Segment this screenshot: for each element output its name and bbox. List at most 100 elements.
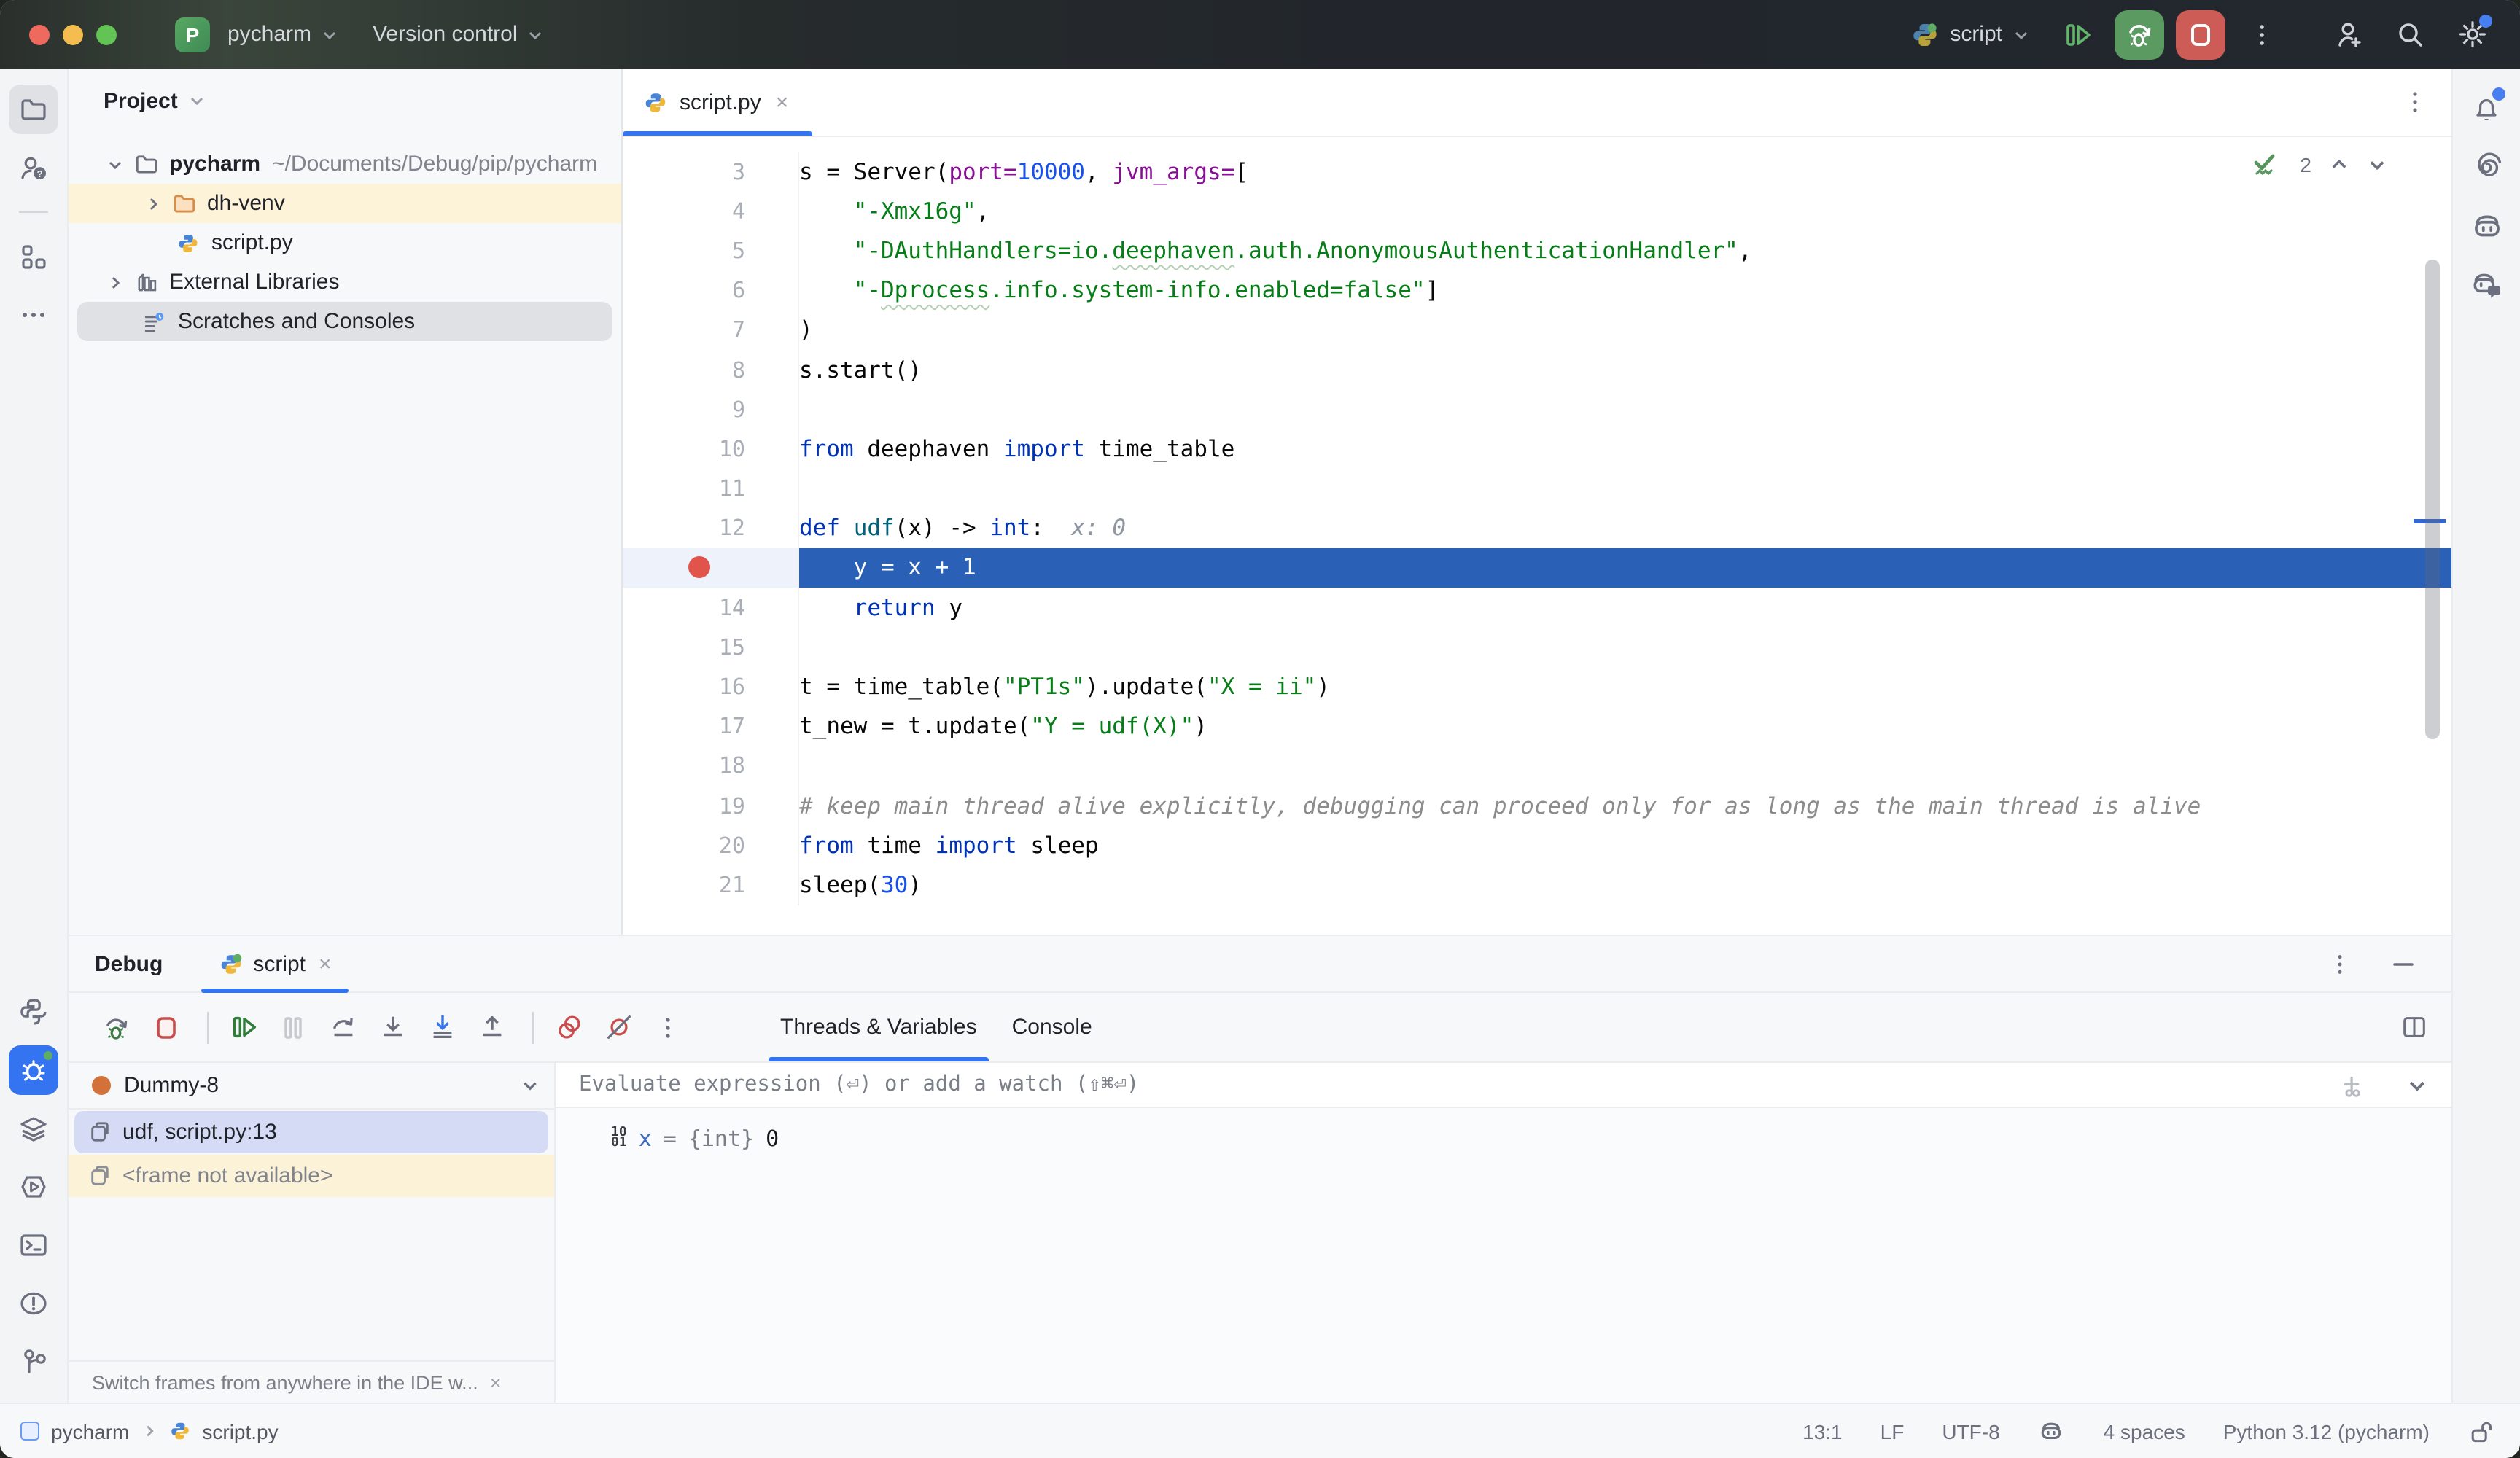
editor-gutter[interactable]: 9 <box>623 389 799 429</box>
run-tool-button[interactable] <box>9 1162 58 1212</box>
editor-gutter[interactable]: 12 <box>623 508 799 547</box>
editor-options-menu[interactable] <box>2402 89 2428 115</box>
code-line[interactable]: 6 "-Dprocess.info.system-info.enabled=fa… <box>623 270 2451 310</box>
copilot-status-icon[interactable] <box>2038 1417 2066 1445</box>
code-line[interactable]: 14 return y <box>623 588 2451 627</box>
settings-button[interactable] <box>2447 9 2497 59</box>
file-encoding[interactable]: UTF-8 <box>1942 1419 1999 1443</box>
editor-gutter[interactable]: 21 <box>623 865 799 905</box>
debug-more-menu[interactable] <box>646 1005 690 1049</box>
resume-program-button[interactable] <box>2053 9 2103 59</box>
structure-tool-button[interactable] <box>9 232 58 281</box>
search-everywhere-button[interactable] <box>2386 9 2435 59</box>
editor-gutter[interactable]: 8 <box>623 350 799 389</box>
breadcrumb-file[interactable]: script.py <box>202 1419 278 1443</box>
code-line[interactable]: 20from time import sleep <box>623 825 2451 865</box>
indent-setting[interactable]: 4 spaces <box>2104 1419 2185 1443</box>
editor-gutter[interactable]: 18 <box>623 746 799 786</box>
terminal-tool-button[interactable] <box>9 1220 58 1270</box>
editor-gutter[interactable]: 7 <box>623 311 799 350</box>
hint-close-icon[interactable]: × <box>490 1371 502 1393</box>
editor-gutter[interactable]: 6 <box>623 270 799 310</box>
breadcrumb-project[interactable]: pycharm <box>51 1419 129 1443</box>
code-with-me-button[interactable] <box>2325 9 2374 59</box>
editor-gutter[interactable]: 20 <box>623 825 799 865</box>
tab-console[interactable]: Console <box>995 993 1110 1061</box>
debug-session-tab[interactable]: script × <box>201 936 349 991</box>
services-tool-button[interactable] <box>9 1104 58 1153</box>
main-menu-button[interactable]: pycharm <box>210 11 355 58</box>
view-breakpoints-button[interactable] <box>547 1005 591 1049</box>
tab-close-icon[interactable]: × <box>776 90 789 114</box>
stop-debug-button[interactable] <box>144 1005 188 1049</box>
step-out-button[interactable] <box>470 1005 513 1049</box>
help-people-tool-button[interactable]: ? <box>9 143 58 192</box>
more-tool-windows-button[interactable] <box>9 290 58 340</box>
code-line-current-debug[interactable]: y = x + 1 <box>623 548 2451 588</box>
unlock-icon[interactable] <box>2468 1418 2494 1444</box>
rerun-button[interactable] <box>95 1005 139 1049</box>
editor-gutter[interactable] <box>623 548 799 588</box>
minimize-panel-icon[interactable] <box>2390 951 2416 977</box>
code-line[interactable]: 3s = Server(port=10000, jvm_args=[ <box>623 152 2451 191</box>
editor-gutter[interactable]: 3 <box>623 152 799 191</box>
layout-settings-button[interactable] <box>2400 1013 2451 1041</box>
prev-problem-icon[interactable] <box>2329 155 2349 175</box>
rerun-debug-button[interactable] <box>2115 9 2164 59</box>
breakpoint-icon[interactable] <box>688 557 710 579</box>
tree-item-script-py[interactable]: script.py <box>69 223 621 262</box>
code-line[interactable]: 8s.start() <box>623 350 2451 389</box>
editor-gutter[interactable]: 15 <box>623 628 799 667</box>
code-line[interactable]: 17t_new = t.update("Y = udf(X)") <box>623 706 2451 746</box>
more-actions-menu[interactable] <box>2237 9 2287 59</box>
pause-button[interactable] <box>271 1005 315 1049</box>
code-line[interactable]: 7) <box>623 311 2451 350</box>
line-separator[interactable]: LF <box>1881 1419 1905 1443</box>
mute-breakpoints-button[interactable] <box>596 1005 640 1049</box>
tree-item-scratches[interactable]: Scratches and Consoles <box>77 302 612 341</box>
thread-selector[interactable]: Dummy-8 <box>69 1063 554 1110</box>
kebab-menu-icon[interactable] <box>2328 951 2352 976</box>
close-window-button[interactable] <box>29 24 50 44</box>
zoom-window-button[interactable] <box>96 24 117 44</box>
session-tab-close-icon[interactable]: × <box>319 951 332 976</box>
tree-item-dh-venv[interactable]: dh-venv <box>69 184 621 223</box>
code-line[interactable]: 12def udf(x) -> int: x: 0 <box>623 508 2451 547</box>
run-configuration-widget[interactable]: script <box>1910 20 2030 49</box>
code-line[interactable]: 10from deephaven import time_table <box>623 429 2451 469</box>
code-line[interactable]: 11 <box>623 469 2451 508</box>
problems-tool-button[interactable] <box>9 1279 58 1328</box>
caret-position[interactable]: 13:1 <box>1802 1419 1843 1443</box>
git-tool-button[interactable] <box>9 1337 58 1387</box>
copilot-chat-button[interactable] <box>2462 260 2511 309</box>
code-line[interactable]: 5 "-DAuthHandlers=io.deephaven.auth.Anon… <box>623 231 2451 270</box>
step-into-button[interactable] <box>370 1005 414 1049</box>
editor-gutter[interactable]: 16 <box>623 667 799 706</box>
code-line[interactable]: 4 "-Xmx16g", <box>623 191 2451 230</box>
resume-button[interactable] <box>222 1005 265 1049</box>
editor-gutter[interactable]: 19 <box>623 786 799 825</box>
stop-button[interactable] <box>2176 9 2225 59</box>
editor-gutter[interactable]: 11 <box>623 469 799 508</box>
evaluate-expression-input[interactable]: Evaluate expression (⏎) or add a watch (… <box>556 1063 2451 1108</box>
inspections-widget[interactable]: 2 <box>2250 149 2387 181</box>
editor-gutter[interactable]: 14 <box>623 588 799 627</box>
editor-scrollbar[interactable] <box>2425 260 2440 739</box>
chevron-down-icon[interactable] <box>2406 1074 2428 1096</box>
tree-item-external-libraries[interactable]: External Libraries <box>69 262 621 302</box>
stack-frame-unavailable[interactable]: <frame not available> <box>69 1155 554 1197</box>
code-line[interactable]: 18 <box>623 746 2451 786</box>
minimize-window-button[interactable] <box>63 24 83 44</box>
variable-row-x[interactable]: 1001 x = {int} 0 <box>556 1108 2451 1152</box>
step-over-button[interactable] <box>321 1005 365 1049</box>
next-problem-icon[interactable] <box>2367 155 2387 175</box>
code-line[interactable]: 9 <box>623 389 2451 429</box>
tree-item-root[interactable]: pycharm ~/Documents/Debug/pip/pycharm <box>69 144 621 184</box>
ai-assistant-button[interactable] <box>2462 143 2511 192</box>
editor-gutter[interactable]: 4 <box>623 191 799 230</box>
add-watch-icon[interactable] <box>2338 1069 2368 1100</box>
breadcrumb[interactable]: pycharm script.py <box>20 1419 279 1443</box>
project-panel-header[interactable]: Project <box>69 69 621 133</box>
editor-gutter[interactable]: 17 <box>623 706 799 746</box>
editor-gutter[interactable]: 10 <box>623 429 799 469</box>
